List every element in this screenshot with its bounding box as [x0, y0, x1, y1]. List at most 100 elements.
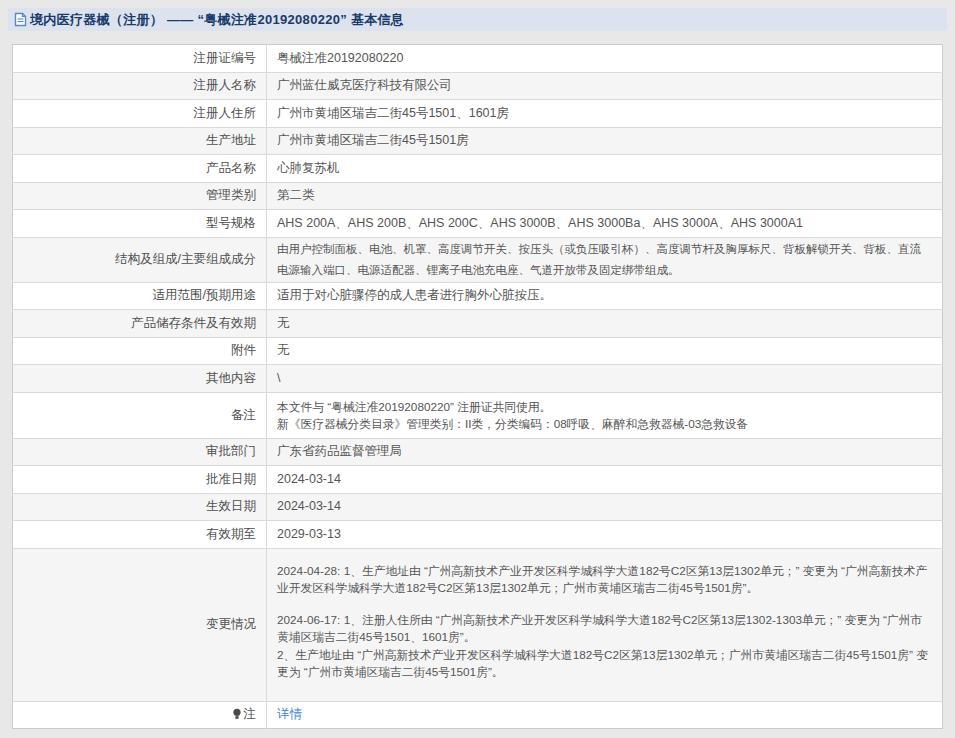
table-row: 型号规格 AHS 200A、AHS 200B、AHS 200C、AHS 3000B… [13, 210, 943, 238]
row-label: 变更情况 [13, 548, 267, 701]
row-value-text: 广州蓝仕威克医疗科技有限公司 [277, 78, 452, 92]
table-row: 变更情况 2024-04-28: 1、生产地址由 “广州高新技术产业开发区科学城科… [13, 548, 943, 701]
value-paragraph [277, 597, 932, 611]
table-row: 批准日期 2024-03-14 [13, 466, 943, 494]
row-value: 无 [267, 310, 943, 338]
row-value: 广州市黄埔区瑞吉二街45号1501、1601房 [267, 100, 943, 128]
details-link[interactable]: 详情 [277, 707, 302, 721]
row-value: 广州市黄埔区瑞吉二街45号1501房 [267, 127, 943, 155]
row-label-text: 产品名称 [206, 161, 256, 175]
row-label: 注册人住所 [13, 100, 267, 128]
row-label-text: 注册证编号 [194, 51, 257, 65]
table-row: 审批部门 广东省药品监督管理局 [13, 438, 943, 466]
table-row: 注册人名称 广州蓝仕威克医疗科技有限公司 [13, 72, 943, 100]
row-label: 备注 [13, 392, 267, 438]
row-value-text: 广州市黄埔区瑞吉二街45号1501房 [277, 133, 469, 147]
table-row: 生效日期 2024-03-14 [13, 493, 943, 521]
row-label: 适用范围/预期用途 [13, 282, 267, 310]
row-value-text: 广州市黄埔区瑞吉二街45号1501、1601房 [277, 106, 509, 120]
row-label: 批准日期 [13, 466, 267, 494]
bulb-icon [232, 708, 242, 720]
row-label: 产品储存条件及有效期 [13, 310, 267, 338]
row-label: 审批部门 [13, 438, 267, 466]
table-row: 适用范围/预期用途 适用于对心脏骤停的成人患者进行胸外心脏按压。 [13, 282, 943, 310]
row-label-text: 注册人名称 [194, 78, 257, 92]
table-row: 有效期至 2029-03-13 [13, 521, 943, 549]
page-header: 境内医疗器械（注册） —— “粤械注准20192080220” 基本信息 [8, 8, 947, 31]
row-label-text: 有效期至 [206, 527, 256, 541]
row-value-text: 2024-03-14 [277, 499, 341, 513]
row-value: 2024-03-14 [267, 493, 943, 521]
table-row: 注册证编号 粤械注准20192080220 [13, 45, 943, 73]
row-label: 生效日期 [13, 493, 267, 521]
row-label-text: 其他内容 [206, 371, 256, 385]
row-value: AHS 200A、AHS 200B、AHS 200C、AHS 3000B、AHS… [267, 210, 943, 238]
row-label-text: 注册人住所 [194, 106, 257, 120]
table-row: 注 详情 [13, 701, 943, 729]
row-value: 粤械注准20192080220 [267, 45, 943, 73]
row-label-text: 注 [244, 707, 257, 721]
row-value: 2029-03-13 [267, 521, 943, 549]
row-label: 注 [13, 701, 267, 729]
value-paragraph: 新《医疗器械分类目录》管理类别：II类，分类编码：08呼吸、麻醉和急救器械-03… [277, 415, 932, 433]
row-label: 型号规格 [13, 210, 267, 238]
row-value-text: 2024-03-14 [277, 472, 341, 486]
row-value: 适用于对心脏骤停的成人患者进行胸外心脏按压。 [267, 282, 943, 310]
row-label: 产品名称 [13, 155, 267, 183]
info-table-body: 注册证编号粤械注准20192080220注册人名称广州蓝仕威克医疗科技有限公司注… [13, 45, 943, 729]
page-title: 境内医疗器械（注册） —— “粤械注准20192080220” 基本信息 [30, 11, 404, 29]
row-label-text: 变更情况 [206, 617, 256, 631]
row-label: 生产地址 [13, 127, 267, 155]
table-row: 其他内容 \ [13, 365, 943, 393]
row-value: 广东省药品监督管理局 [267, 438, 943, 466]
table-row: 产品名称 心肺复苏机 [13, 155, 943, 183]
row-label: 其他内容 [13, 365, 267, 393]
row-value-text: 无 [277, 316, 290, 330]
row-value-text: 2029-03-13 [277, 527, 341, 541]
row-value: 2024-04-28: 1、生产地址由 “广州高新技术产业开发区科学城科学大道1… [267, 548, 943, 701]
row-value: 第二类 [267, 182, 943, 210]
row-value-text: 第二类 [277, 188, 315, 202]
value-paragraph: 本文件与 “粤械注准20192080220” 注册证共同使用。 [277, 398, 932, 416]
value-paragraph: 2024-06-17: 1、注册人住所由 “广州高新技术产业开发区科学城科学大道… [277, 611, 932, 646]
row-value-text: 由用户控制面板、电池、机罩、高度调节开关、按压头（或负压吸引杯）、高度调节杆及胸… [277, 243, 921, 276]
row-label-text: 备注 [231, 408, 256, 422]
row-label-text: 生产地址 [206, 133, 256, 147]
row-label-text: 结构及组成/主要组成成分 [115, 252, 256, 266]
row-label-text: 适用范围/预期用途 [153, 288, 256, 302]
row-label: 结构及组成/主要组成成分 [13, 237, 267, 282]
row-value: 本文件与 “粤械注准20192080220” 注册证共同使用。新《医疗器械分类目… [267, 392, 943, 438]
table-row: 附件 无 [13, 337, 943, 365]
row-value: \ [267, 365, 943, 393]
row-label-text: 审批部门 [206, 444, 256, 458]
document-icon [14, 12, 27, 27]
value-paragraph: 2、生产地址由 “广州高新技术产业开发区科学城科学大道182号C2区第13层13… [277, 646, 932, 681]
registration-info-table: 注册证编号粤械注准20192080220注册人名称广州蓝仕威克医疗科技有限公司注… [12, 44, 943, 729]
row-value: 由用户控制面板、电池、机罩、高度调节开关、按压头（或负压吸引杯）、高度调节杆及胸… [267, 237, 943, 282]
table-row: 结构及组成/主要组成成分 由用户控制面板、电池、机罩、高度调节开关、按压头（或负压… [13, 237, 943, 282]
row-value-text: 广东省药品监督管理局 [277, 444, 402, 458]
row-value-text: 粤械注准20192080220 [277, 51, 403, 65]
row-value: 无 [267, 337, 943, 365]
row-label: 注册证编号 [13, 45, 267, 73]
row-label-text: 产品储存条件及有效期 [131, 316, 256, 330]
row-value-text: 无 [277, 343, 290, 357]
row-value-text: 适用于对心脏骤停的成人患者进行胸外心脏按压。 [277, 288, 552, 302]
row-value: 详情 [267, 701, 943, 729]
table-row: 备注本文件与 “粤械注准20192080220” 注册证共同使用。新《医疗器械分… [13, 392, 943, 438]
row-label-text: 管理类别 [206, 188, 256, 202]
table-row: 注册人住所 广州市黄埔区瑞吉二街45号1501、1601房 [13, 100, 943, 128]
row-label-text: 附件 [231, 343, 256, 357]
row-label: 附件 [13, 337, 267, 365]
row-label: 有效期至 [13, 521, 267, 549]
table-row: 管理类别 第二类 [13, 182, 943, 210]
row-value-text: 心肺复苏机 [277, 161, 340, 175]
row-value: 2024-03-14 [267, 466, 943, 494]
table-row: 生产地址 广州市黄埔区瑞吉二街45号1501房 [13, 127, 943, 155]
row-label-text: 型号规格 [206, 216, 256, 230]
row-value-text: AHS 200A、AHS 200B、AHS 200C、AHS 3000B、AHS… [277, 216, 803, 230]
row-label-text: 生效日期 [206, 499, 256, 513]
row-value-text: \ [277, 371, 280, 385]
row-value: 广州蓝仕威克医疗科技有限公司 [267, 72, 943, 100]
row-label: 注册人名称 [13, 72, 267, 100]
